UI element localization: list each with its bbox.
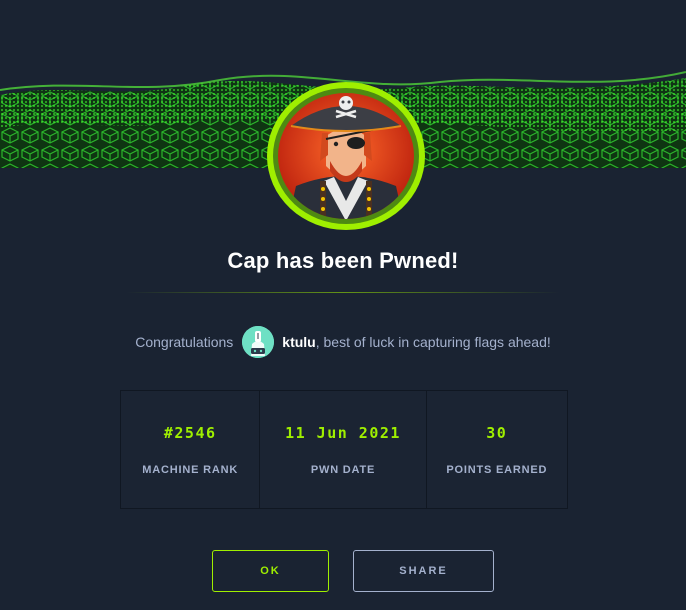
stat-value: 11 Jun 2021 xyxy=(285,424,401,442)
congrats-suffix: , best of luck in capturing flags ahead! xyxy=(315,334,551,350)
robot-avatar[interactable] xyxy=(242,326,275,358)
divider xyxy=(126,292,560,293)
stat-machine-rank: #2546 MACHINE RANK xyxy=(121,391,261,508)
congrats-prefix: Congratulations xyxy=(135,334,234,350)
share-button[interactable]: SHARE xyxy=(353,550,494,592)
ok-button[interactable]: OK xyxy=(212,550,329,592)
stat-value: #2546 xyxy=(163,424,217,442)
page-title: Cap has been Pwned! xyxy=(227,248,459,273)
stat-points-earned: 30 POINTS EARNED xyxy=(427,391,567,508)
stat-value: 30 xyxy=(486,424,508,442)
stat-label: MACHINE RANK xyxy=(142,464,239,476)
stat-label: POINTS EARNED xyxy=(446,464,548,476)
stats-panel: #2546 MACHINE RANK 11 Jun 2021 PWN DATE … xyxy=(120,390,568,509)
username[interactable]: ktulu xyxy=(282,334,315,350)
stat-label: PWN DATE xyxy=(310,464,376,476)
congrats-message: Congratulations ktulu , best of luck in … xyxy=(0,326,686,358)
stat-pwn-date: 11 Jun 2021 PWN DATE xyxy=(260,391,427,508)
pirate-captain-avatar xyxy=(266,81,426,231)
